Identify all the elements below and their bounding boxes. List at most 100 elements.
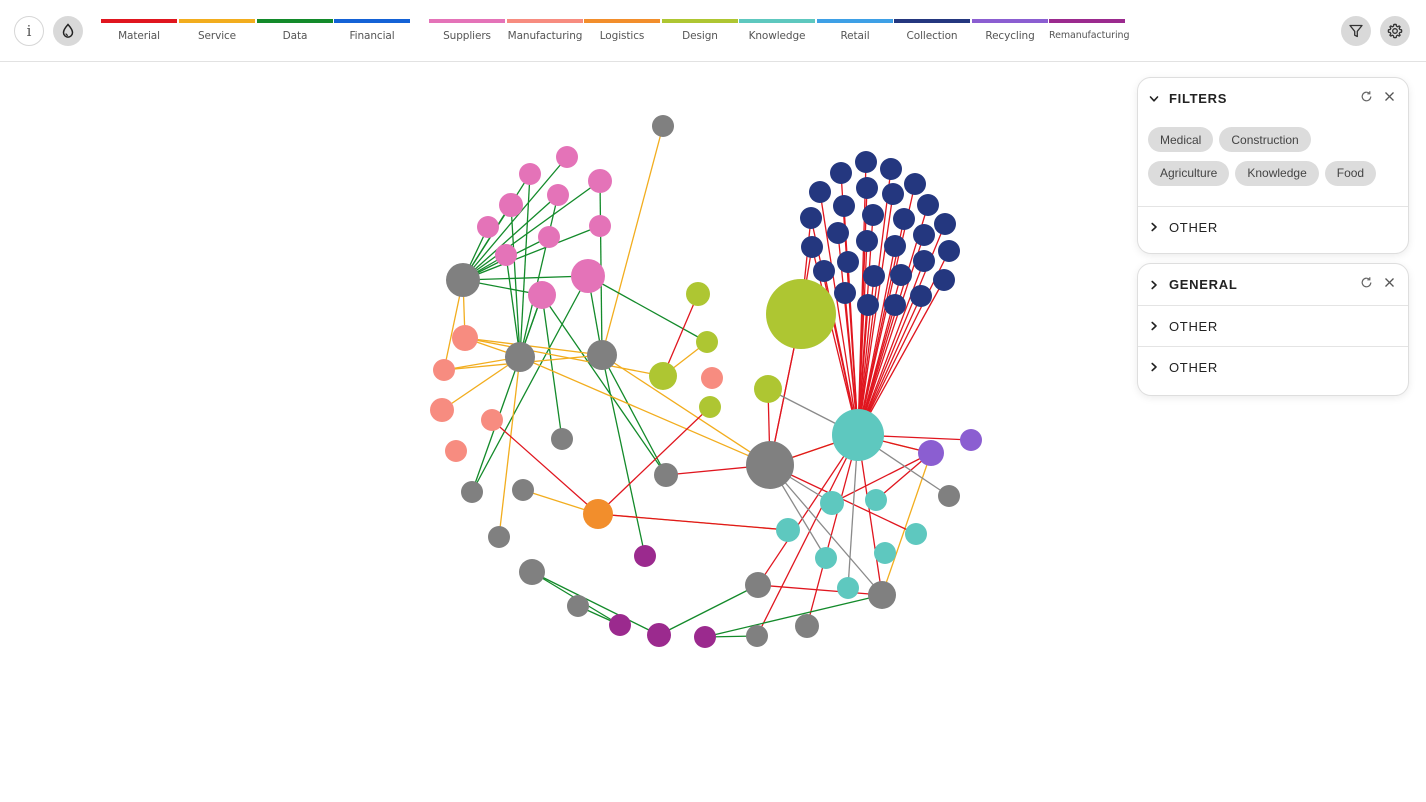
close-general-button[interactable] [1383, 276, 1396, 289]
legend-item-retail[interactable]: Retail [817, 19, 893, 42]
legend-item-knowledge[interactable]: Knowledge [739, 19, 815, 42]
graph-node[interactable] [809, 181, 831, 203]
legend-item-logistics[interactable]: Logistics [584, 19, 660, 42]
legend-item-collection[interactable]: Collection [894, 19, 970, 42]
graph-node[interactable] [815, 547, 837, 569]
graph-node[interactable] [746, 625, 768, 647]
graph-node[interactable] [862, 204, 884, 226]
graph-node[interactable] [837, 577, 859, 599]
general-other-row-2[interactable]: OTHER [1138, 346, 1408, 387]
graph-node[interactable] [800, 207, 822, 229]
graph-node[interactable] [495, 244, 517, 266]
graph-node[interactable] [830, 162, 852, 184]
filter-tag-construction[interactable]: Construction [1219, 127, 1311, 152]
graph-node[interactable] [960, 429, 982, 451]
graph-node[interactable] [538, 226, 560, 248]
graph-node[interactable] [452, 325, 478, 351]
legend-item-data[interactable]: Data [257, 19, 333, 42]
graph-node[interactable] [837, 251, 859, 273]
graph-node[interactable] [701, 367, 723, 389]
filter-toggle-button[interactable] [1341, 16, 1371, 46]
refresh-filters-button[interactable] [1360, 90, 1373, 103]
graph-node[interactable] [433, 359, 455, 381]
graph-node[interactable] [686, 282, 710, 306]
graph-node[interactable] [938, 240, 960, 262]
legend-item-material[interactable]: Material [101, 19, 177, 42]
graph-node[interactable] [884, 294, 906, 316]
graph-node[interactable] [551, 428, 573, 450]
graph-node[interactable] [874, 542, 896, 564]
graph-node[interactable] [609, 614, 631, 636]
graph-node[interactable] [499, 193, 523, 217]
legend-item-suppliers[interactable]: Suppliers [429, 19, 505, 42]
graph-node[interactable] [488, 526, 510, 548]
graph-node[interactable] [589, 215, 611, 237]
graph-node[interactable] [834, 282, 856, 304]
legend-item-manufacturing[interactable]: Manufacturing [507, 19, 583, 42]
legend-item-recycling[interactable]: Recycling [972, 19, 1048, 42]
graph-node[interactable] [446, 263, 480, 297]
graph-node[interactable] [647, 623, 671, 647]
graph-node[interactable] [884, 235, 906, 257]
graph-node[interactable] [856, 230, 878, 252]
graph-node[interactable] [571, 259, 605, 293]
graph-node[interactable] [801, 236, 823, 258]
graph-node[interactable] [938, 485, 960, 507]
graph-node[interactable] [519, 559, 545, 585]
filters-header[interactable]: FILTERS [1138, 78, 1408, 119]
legend-item-remanufacturing[interactable]: Remanufacturing [1049, 19, 1129, 41]
graph-node[interactable] [754, 375, 782, 403]
graph-node[interactable] [865, 489, 887, 511]
graph-node[interactable] [583, 499, 613, 529]
graph-node[interactable] [890, 264, 912, 286]
info-button[interactable]: i [14, 16, 44, 46]
graph-node[interactable] [512, 479, 534, 501]
graph-node[interactable] [917, 194, 939, 216]
filters-other-row[interactable]: OTHER [1138, 206, 1408, 247]
graph-node[interactable] [905, 523, 927, 545]
graph-node[interactable] [813, 260, 835, 282]
legend-item-financial[interactable]: Financial [334, 19, 410, 42]
graph-node[interactable] [649, 362, 677, 390]
close-filters-button[interactable] [1383, 90, 1396, 103]
graph-node[interactable] [934, 213, 956, 235]
graph-node[interactable] [913, 224, 935, 246]
graph-node[interactable] [556, 146, 578, 168]
filter-tag-food[interactable]: Food [1324, 160, 1377, 186]
filter-tag-medical[interactable]: Medical [1148, 127, 1214, 152]
graph-node[interactable] [904, 173, 926, 195]
graph-node[interactable] [910, 285, 932, 307]
graph-node[interactable] [745, 572, 771, 598]
graph-node[interactable] [588, 169, 612, 193]
graph-node[interactable] [547, 184, 569, 206]
graph-node[interactable] [587, 340, 617, 370]
graph-node[interactable] [832, 409, 884, 461]
graph-node[interactable] [918, 440, 944, 466]
graph-node[interactable] [696, 331, 718, 353]
graph-node[interactable] [893, 208, 915, 230]
legend-item-service[interactable]: Service [179, 19, 255, 42]
filter-tag-agriculture[interactable]: Agriculture [1148, 160, 1230, 186]
graph-node[interactable] [694, 626, 716, 648]
theme-button[interactable] [53, 16, 83, 46]
graph-node[interactable] [856, 177, 878, 199]
general-other-row-1[interactable]: OTHER [1138, 305, 1408, 346]
general-header[interactable]: GENERAL [1138, 264, 1408, 305]
graph-node[interactable] [652, 115, 674, 137]
graph-node[interactable] [519, 163, 541, 185]
refresh-general-button[interactable] [1360, 276, 1373, 289]
graph-node[interactable] [820, 491, 844, 515]
graph-node[interactable] [855, 151, 877, 173]
graph-node[interactable] [654, 463, 678, 487]
graph-node[interactable] [766, 279, 836, 349]
graph-node[interactable] [505, 342, 535, 372]
graph-node[interactable] [880, 158, 902, 180]
graph-node[interactable] [863, 265, 885, 287]
graph-node[interactable] [868, 581, 896, 609]
graph-node[interactable] [776, 518, 800, 542]
graph-node[interactable] [528, 281, 556, 309]
graph-node[interactable] [833, 195, 855, 217]
settings-button[interactable] [1380, 16, 1410, 46]
graph-node[interactable] [857, 294, 879, 316]
legend-item-design[interactable]: Design [662, 19, 738, 42]
